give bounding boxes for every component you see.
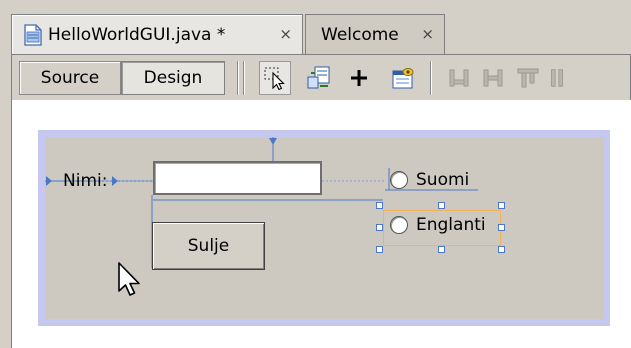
sulje-button[interactable]: Sulje [152,222,265,270]
radio-circle-icon [390,171,408,189]
resize-handle[interactable] [438,202,445,209]
resize-handle[interactable] [376,224,383,231]
resize-handle[interactable] [498,224,505,231]
resize-handle[interactable] [376,202,383,209]
nimi-label[interactable]: Nimi: [63,171,107,191]
radio-circle-icon [390,216,408,234]
mouse-pointer-icon [118,262,140,296]
radio-suomi[interactable]: Suomi [390,170,469,190]
resize-handle[interactable] [438,246,445,253]
resize-handle[interactable] [376,246,383,253]
name-text-field[interactable] [153,161,322,195]
radio-englanti-label: Englanti [416,215,486,235]
radio-englanti[interactable]: Englanti [390,215,486,235]
resize-handle[interactable] [498,202,505,209]
resize-handle[interactable] [498,246,505,253]
radio-suomi-label: Suomi [416,170,470,190]
